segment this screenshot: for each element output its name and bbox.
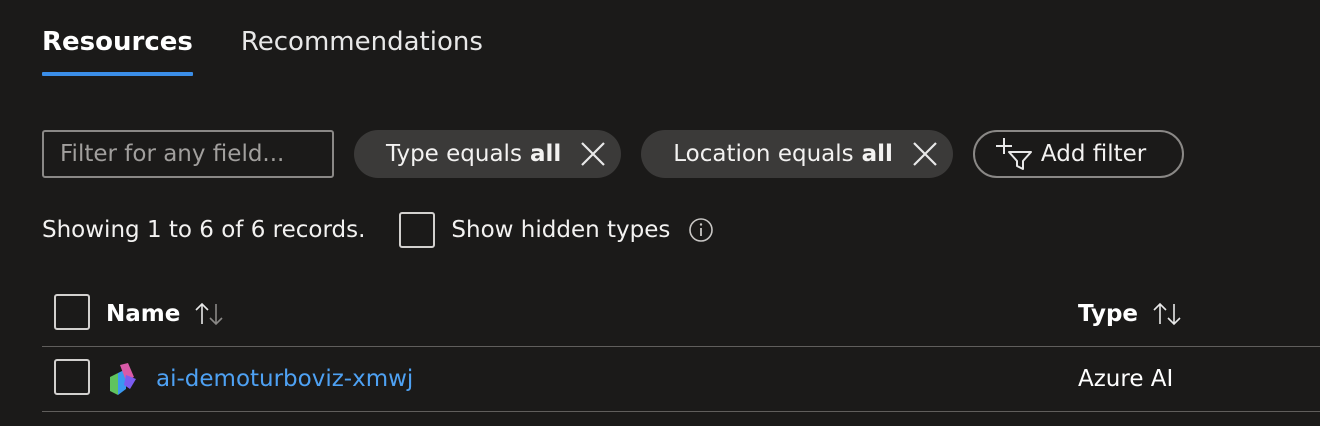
resource-group-page: Resources Recommendations Type equals al…	[0, 0, 1320, 426]
type-filter-pill[interactable]: Type equals all	[354, 130, 622, 178]
location-filter-pill[interactable]: Location equals all	[641, 130, 953, 178]
column-header-type-label: Type	[1078, 301, 1139, 327]
filter-input[interactable]	[42, 130, 334, 178]
sort-icon[interactable]	[1150, 300, 1186, 328]
column-header-name[interactable]: Name	[106, 282, 228, 346]
add-filter-label: Add filter	[1040, 141, 1147, 167]
add-filter-icon	[995, 136, 1035, 172]
tab-bar: Resources Recommendations	[42, 24, 483, 76]
type-filter-label: Type equals	[386, 141, 522, 167]
info-icon[interactable]	[688, 217, 714, 243]
resource-name-link[interactable]: ai-demoturboviz-xmwj	[156, 366, 413, 392]
resource-type-cell: Azure AI	[1078, 366, 1174, 392]
location-filter-value: all	[861, 141, 893, 167]
column-header-type[interactable]: Type	[1078, 282, 1186, 346]
show-hidden-types-toggle: Show hidden types	[399, 212, 714, 248]
add-filter-button[interactable]: Add filter	[972, 130, 1185, 178]
row-checkbox[interactable]	[54, 359, 90, 395]
azure-ai-icon	[106, 361, 138, 397]
records-count-text: Showing 1 to 6 of 6 records.	[42, 217, 366, 243]
records-bar: Showing 1 to 6 of 6 records. Show hidden…	[42, 212, 714, 248]
filter-bar: Type equals all Location equals all Add …	[42, 130, 1185, 178]
select-all-checkbox[interactable]	[54, 294, 90, 330]
location-filter-label: Location equals	[673, 141, 854, 167]
show-hidden-types-label: Show hidden types	[451, 217, 671, 243]
table-header-row: Name Type	[42, 282, 1320, 347]
close-icon[interactable]	[911, 140, 939, 168]
resource-name-cell: ai-demoturboviz-xmwj	[106, 347, 413, 411]
tab-recommendations[interactable]: Recommendations	[241, 24, 483, 76]
show-hidden-types-checkbox[interactable]	[399, 212, 436, 248]
type-filter-value: all	[529, 141, 562, 167]
resources-table: Name Type ai-demoturboviz-xmwj Azure AI	[42, 282, 1320, 412]
table-row: ai-demoturboviz-xmwj Azure AI	[42, 347, 1320, 412]
column-header-name-label: Name	[106, 301, 181, 327]
tab-resources[interactable]: Resources	[42, 24, 193, 76]
sort-icon[interactable]	[192, 300, 228, 328]
close-icon[interactable]	[579, 140, 607, 168]
